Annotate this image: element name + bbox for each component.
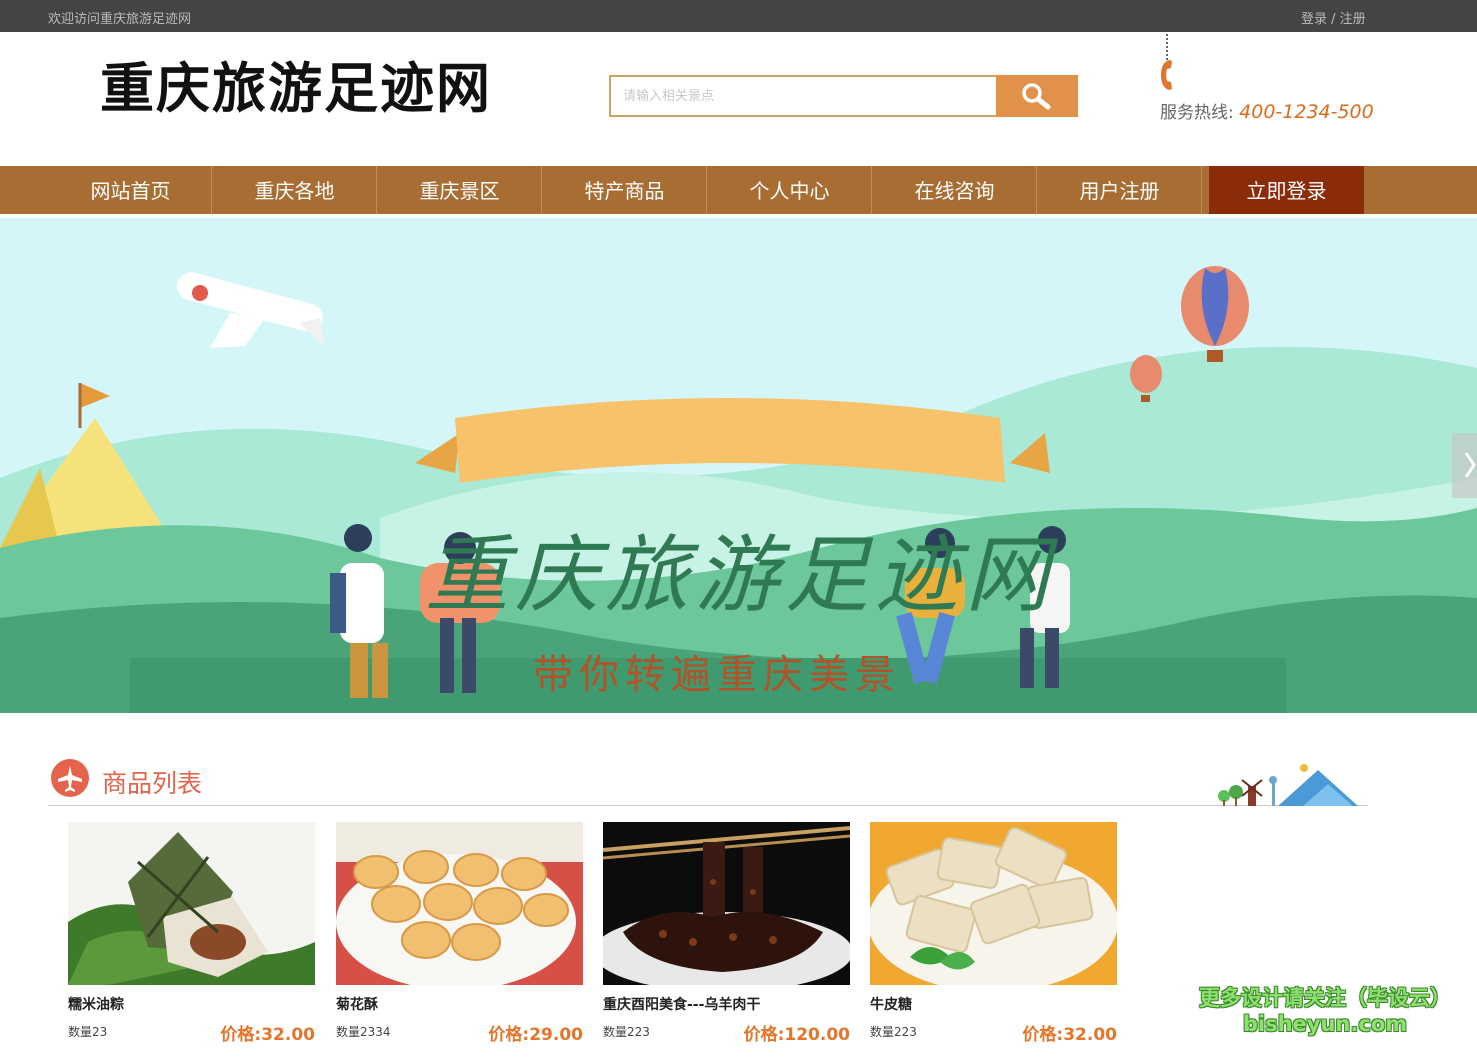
nav-item-regions[interactable]: 重庆各地 — [212, 166, 377, 214]
product-image-zongzi[interactable] — [68, 822, 315, 985]
product-name[interactable]: 菊花酥 — [336, 994, 378, 1014]
watermark-line-2: bisheyun.com — [1242, 1012, 1408, 1036]
product-image-chrysanthemum-pastry[interactable] — [336, 822, 583, 985]
nav-item-scenic-spots[interactable]: 重庆景区 — [377, 166, 542, 214]
search-bar — [609, 75, 1078, 117]
section-title: 商品列表 — [102, 769, 203, 798]
product-card[interactable]: 重庆酉阳美食---乌羊肉干 数量223 价格:120.00 — [603, 822, 850, 1045]
product-price: 价格:29.00 — [488, 1025, 583, 1045]
landscape-decoration-icon — [1218, 764, 1358, 806]
product-image-dried-mutton[interactable] — [603, 822, 850, 985]
register-link[interactable]: 注册 — [1340, 12, 1366, 27]
product-name[interactable]: 糯米油粽 — [68, 994, 124, 1014]
product-price: 价格:120.00 — [743, 1025, 850, 1045]
product-price: 价格:32.00 — [220, 1025, 315, 1045]
nav-item-login[interactable]: 立即登录 — [1209, 166, 1364, 214]
banner-title: 重庆旅游足迹网 — [425, 526, 1056, 624]
main-nav: 网站首页 重庆各地 重庆景区 特产商品 个人中心 在线咨询 用户注册 立即登录 — [0, 166, 1477, 214]
nav-item-specialty-goods[interactable]: 特产商品 — [542, 166, 707, 214]
product-card[interactable]: 糯米油粽 数量23 价格:32.00 — [68, 822, 315, 1045]
section-divider — [48, 805, 1368, 806]
nav-item-user-center[interactable]: 个人中心 — [707, 166, 872, 214]
product-quantity: 数量223 — [603, 1025, 650, 1039]
banner-illustration — [0, 218, 1477, 713]
product-card[interactable]: 菊花酥 数量2334 价格:29.00 — [336, 822, 583, 1045]
phone-icon — [1161, 60, 1172, 90]
hotline: 服务热线: 400-1234-500 — [1160, 98, 1374, 123]
welcome-text: 欢迎访问重庆旅游足迹网 — [48, 12, 192, 27]
auth-separator: / — [1327, 12, 1340, 27]
search-input[interactable] — [609, 75, 998, 117]
product-price: 价格:32.00 — [1022, 1025, 1117, 1045]
product-quantity: 数量23 — [68, 1025, 108, 1039]
phone-cord — [1166, 34, 1168, 60]
product-name[interactable]: 重庆酉阳美食---乌羊肉干 — [603, 994, 760, 1014]
login-link[interactable]: 登录 — [1301, 12, 1327, 27]
banner-next-arrow[interactable] — [1452, 433, 1477, 498]
watermark: 更多设计请关注（毕设云） bisheyun.com — [1194, 985, 1456, 1037]
product-quantity: 数量223 — [870, 1025, 917, 1039]
nav-item-register[interactable]: 用户注册 — [1037, 166, 1202, 214]
airplane-badge-icon — [51, 759, 89, 797]
product-image-sesame-candy[interactable] — [870, 822, 1117, 985]
product-card[interactable]: 牛皮糖 数量223 价格:32.00 — [870, 822, 1117, 1045]
nav-item-consult[interactable]: 在线咨询 — [872, 166, 1037, 214]
banner-subtitle: 带你转遍重庆美景 — [533, 652, 901, 698]
auth-links: 登录 / 注册 — [1301, 8, 1366, 27]
product-name[interactable]: 牛皮糖 — [870, 994, 912, 1014]
hero-banner[interactable]: 重庆旅游足迹网 带你转遍重庆美景 — [0, 218, 1477, 713]
top-bar: 欢迎访问重庆旅游足迹网 登录 / 注册 — [0, 0, 1477, 32]
nav-item-home[interactable]: 网站首页 — [48, 166, 213, 214]
nav-divider — [1201, 166, 1202, 214]
search-button[interactable] — [996, 75, 1078, 117]
search-icon — [1022, 83, 1051, 110]
hotline-number: 400-1234-500 — [1239, 101, 1374, 123]
hotline-label: 服务热线: — [1160, 103, 1240, 123]
product-quantity: 数量2334 — [336, 1025, 391, 1039]
chevron-right-icon — [1464, 452, 1476, 478]
site-logo[interactable]: 重庆旅游足迹网 — [100, 58, 510, 120]
watermark-line-1: 更多设计请关注（毕设云） — [1199, 986, 1451, 1010]
